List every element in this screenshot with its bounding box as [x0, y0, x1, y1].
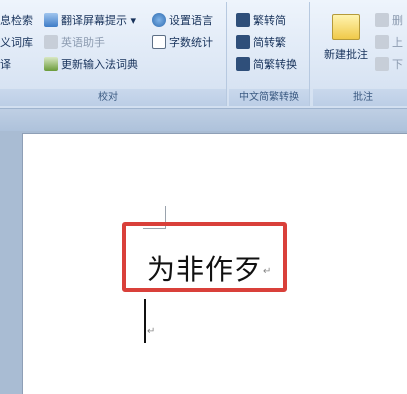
delete-comment-label: 删: [392, 14, 403, 27]
thesaurus-button[interactable]: 义词库: [0, 33, 33, 51]
chinese-conversion-button[interactable]: 简繁转换: [236, 55, 297, 73]
word-count-icon: [152, 35, 166, 49]
chinese-conversion-icon: [236, 57, 250, 71]
set-language-icon: [152, 13, 166, 27]
word-count-button[interactable]: 字数统计: [152, 33, 213, 51]
next-comment-label: 下: [392, 58, 403, 71]
paragraph-mark-empty: ↵: [147, 326, 156, 337]
chinese-conversion-group-label: 中文简繁转换: [229, 89, 309, 106]
set-language-label: 设置语言: [169, 14, 213, 27]
previous-comment-icon: [375, 35, 389, 49]
translation-screentip-icon: [44, 13, 58, 27]
translate-label: 译: [0, 58, 11, 71]
paragraph-mark: ↵: [263, 266, 272, 277]
delete-comment-icon: [375, 13, 389, 27]
trad-to-simp-label: 繁转简: [253, 14, 286, 27]
set-language-button[interactable]: 设置语言: [152, 11, 213, 29]
ime-dictionary-icon: [44, 57, 58, 71]
english-assistant-label: 英语助手: [61, 36, 105, 49]
text-cursor: [144, 299, 146, 343]
new-comment-button[interactable]: 新建批注: [318, 8, 374, 74]
comments-group-label: 批注: [313, 89, 407, 106]
ruler-strip: [0, 109, 407, 131]
research-button[interactable]: 息检索: [0, 11, 33, 29]
trad-to-simp-button[interactable]: 繁转简: [236, 11, 286, 29]
ime-dictionary-button[interactable]: 更新输入法词典: [44, 55, 138, 73]
translation-screentip-label: 翻译屏幕提示 ▾: [61, 14, 137, 27]
document-text[interactable]: 为非作歹: [147, 248, 263, 288]
simp-to-trad-button[interactable]: 简转繁: [236, 33, 286, 51]
word-count-label: 字数统计: [169, 36, 213, 49]
next-comment-button[interactable]: 下: [375, 55, 403, 73]
trad-to-simp-icon: [236, 13, 250, 27]
previous-comment-label: 上: [392, 36, 403, 49]
english-assistant-icon: [44, 35, 58, 49]
document-page[interactable]: 为非作歹 ↵ ↵: [22, 133, 407, 394]
chinese-conversion-label: 简繁转换: [253, 58, 297, 71]
document-workspace: 为非作歹 ↵ ↵: [0, 109, 407, 394]
translate-button[interactable]: 译: [0, 55, 11, 73]
chinese-conversion-group: 繁转简 简转繁 简繁转换 中文简繁转换: [229, 2, 310, 106]
next-comment-icon: [375, 57, 389, 71]
thesaurus-label: 义词库: [0, 36, 33, 49]
research-label: 息检索: [0, 14, 33, 27]
proofing-group-label: 校对: [0, 89, 226, 106]
previous-comment-button[interactable]: 上: [375, 33, 403, 51]
delete-comment-button[interactable]: 删: [375, 11, 403, 29]
new-comment-icon: [332, 14, 360, 40]
ribbon: 息检索 义词库 译 翻译屏幕提示 ▾ 英语助手 更新输入法词典 设置语言 字数统…: [0, 0, 407, 109]
new-comment-label: 新建批注: [324, 48, 368, 61]
proofing-group: 息检索 义词库 译 翻译屏幕提示 ▾ 英语助手 更新输入法词典 设置语言 字数统…: [0, 2, 227, 106]
ime-dictionary-label: 更新输入法词典: [61, 58, 138, 71]
comments-group: 新建批注 删 上 下 批注: [313, 2, 407, 106]
english-assistant-button[interactable]: 英语助手: [44, 33, 105, 51]
simp-to-trad-icon: [236, 35, 250, 49]
simp-to-trad-label: 简转繁: [253, 36, 286, 49]
translation-screentip-button[interactable]: 翻译屏幕提示 ▾: [44, 11, 136, 29]
